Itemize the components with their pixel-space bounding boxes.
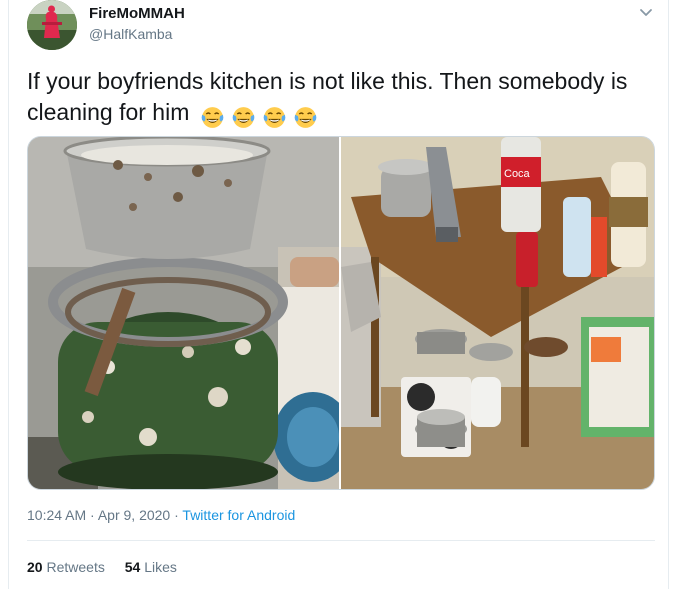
user-handle[interactable]: @HalfKamba	[89, 26, 172, 42]
tweet-time[interactable]: 10:24 AM	[27, 507, 86, 523]
likes-count: 54	[124, 559, 141, 575]
face-with-tears-of-joy-icon	[294, 107, 317, 129]
photo-messy-kitchen-table[interactable]: Coca	[341, 137, 654, 489]
face-with-tears-of-joy-icon	[263, 107, 286, 129]
meta-separator: ·	[86, 507, 98, 523]
chevron-down-icon[interactable]	[637, 4, 655, 22]
retweets-stat[interactable]: 20 Retweets	[27, 559, 105, 575]
tweet-meta: 10:24 AM · Apr 9, 2020 · Twitter for And…	[27, 507, 295, 523]
divider	[27, 540, 655, 541]
svg-text:Coca: Coca	[504, 168, 531, 180]
avatar[interactable]	[27, 0, 77, 50]
retweets-count: 20	[27, 559, 43, 575]
tweet-text-content: If your boyfriends kitchen is not like t…	[27, 68, 628, 125]
emoji-row	[200, 101, 324, 132]
photo-dirty-gas-cylinder-stove[interactable]	[28, 137, 341, 489]
likes-label: Likes	[144, 559, 177, 575]
retweets-label: Retweets	[46, 559, 105, 575]
tweet-stats: 20 Retweets 54 Likes	[27, 559, 193, 575]
face-with-tears-of-joy-icon	[201, 107, 224, 129]
tweet-source-link[interactable]: Twitter for Android	[182, 507, 295, 523]
tweet-text: If your boyfriends kitchen is not like t…	[27, 66, 647, 132]
tweet-media[interactable]: Coca	[27, 136, 655, 490]
face-with-tears-of-joy-icon	[232, 107, 255, 129]
likes-stat[interactable]: 54 Likes	[125, 559, 177, 575]
meta-separator: ·	[170, 507, 183, 523]
tweet-date[interactable]: Apr 9, 2020	[98, 507, 170, 523]
display-name[interactable]: FireMoMMAH	[89, 5, 185, 22]
tweet-card: FireMoMMAH @HalfKamba If your boyfriends…	[8, 0, 669, 589]
